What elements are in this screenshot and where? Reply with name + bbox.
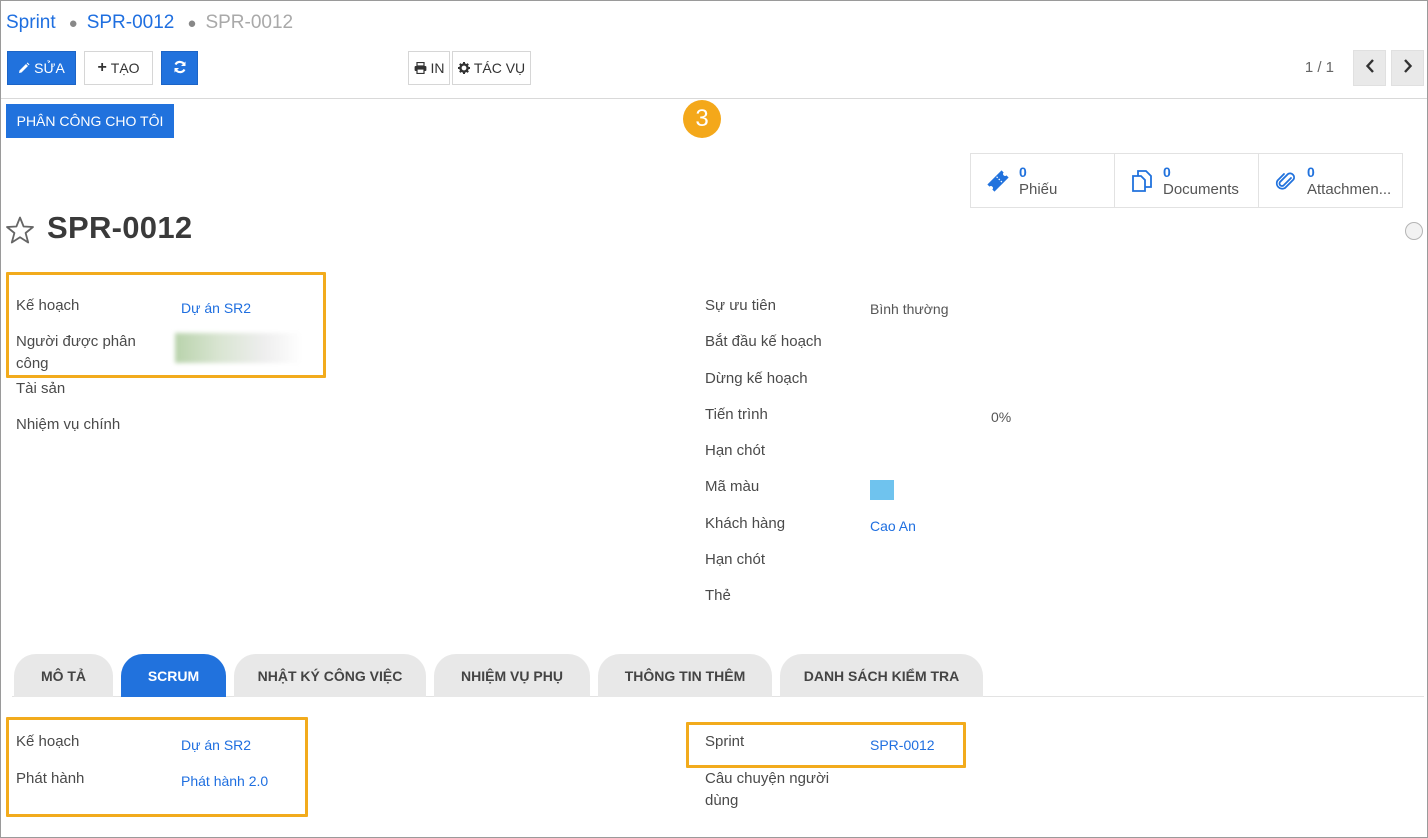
color-swatch[interactable] — [870, 480, 894, 500]
scrum-plan-label: Kế hoạch — [16, 733, 80, 750]
create-button[interactable]: + TẠO — [84, 51, 153, 85]
main-task-label: Nhiệm vụ chính — [16, 416, 121, 433]
toolbar-divider — [0, 98, 1428, 99]
action-label: TÁC VỤ — [473, 60, 526, 76]
breadcrumb-current: SPR-0012 — [205, 12, 294, 33]
plan-label: Kế hoạch — [16, 297, 80, 314]
plan-start-label: Bắt đầu kế hoạch — [705, 333, 822, 350]
sprint-label: Sprint — [705, 733, 745, 750]
attachments-label: Attachmen... — [1307, 180, 1392, 198]
tickets-stat-button[interactable]: 0 Phiếu — [971, 154, 1115, 207]
paperclip-icon — [1275, 172, 1295, 190]
chevron-right-icon — [1403, 58, 1413, 78]
release-label: Phát hành — [16, 770, 85, 787]
documents-count: 0 — [1163, 163, 1171, 180]
tab-extra-info[interactable]: THÔNG TIN THÊM — [598, 654, 772, 697]
chevron-left-icon — [1365, 58, 1375, 78]
pager[interactable]: 1 / 1 — [1305, 59, 1334, 76]
tab-description[interactable]: MÔ TẢ — [14, 654, 113, 697]
tab-checklist[interactable]: DANH SÁCH KIỂM TRA — [780, 654, 983, 697]
deadline2-label: Hạn chót — [705, 551, 766, 568]
action-button[interactable]: TÁC VỤ — [452, 51, 531, 85]
sprint-value[interactable]: SPR-0012 — [870, 735, 935, 755]
assign-to-me-button[interactable]: PHÂN CÔNG CHO TÔI — [6, 104, 174, 138]
tickets-label: Phiếu — [1019, 180, 1058, 198]
ticket-icon — [987, 169, 1009, 192]
prev-record-button[interactable] — [1353, 50, 1386, 86]
plus-icon: + — [97, 59, 107, 76]
deadline-label: Hạn chót — [705, 442, 766, 459]
documents-label: Documents — [1163, 180, 1239, 198]
asset-label: Tài sản — [16, 380, 66, 397]
pencil-icon — [18, 62, 30, 74]
print-button[interactable]: IN — [408, 51, 450, 85]
gear-icon — [457, 62, 470, 74]
edit-label: SỬA — [34, 60, 65, 76]
tab-scrum[interactable]: SCRUM — [121, 654, 226, 697]
breadcrumb-sprint[interactable]: Sprint — [6, 12, 56, 34]
favorite-star-icon[interactable] — [5, 216, 35, 249]
tab-subtasks[interactable]: NHIỆM VỤ PHỤ — [434, 654, 590, 697]
step-badge: 3 — [683, 100, 721, 138]
next-record-button[interactable] — [1391, 50, 1424, 86]
breadcrumb-parent[interactable]: SPR-0012 — [87, 12, 175, 34]
record-title: SPR-0012 — [47, 210, 193, 245]
progress-label: Tiến trình — [705, 406, 768, 423]
plan-value[interactable]: Dự án SR2 — [181, 298, 251, 318]
create-label: TẠO — [110, 60, 140, 76]
documents-stat-button[interactable]: 0 Documents — [1115, 154, 1259, 207]
progress-value: 0% — [991, 409, 1012, 425]
edit-button[interactable]: SỬA — [7, 51, 76, 85]
breadcrumb-separator: ● — [187, 14, 197, 32]
attachments-stat-button[interactable]: 0 Attachmen... — [1259, 154, 1402, 207]
release-value[interactable]: Phát hành 2.0 — [181, 771, 268, 791]
status-indicator[interactable] — [1405, 222, 1423, 240]
documents-icon — [1132, 169, 1152, 192]
color-label: Mã màu — [705, 478, 760, 495]
attachments-count: 0 — [1307, 163, 1315, 180]
smart-buttons: 0 Phiếu 0 Documents 0 Attachmen... — [970, 153, 1403, 208]
scrum-plan-value[interactable]: Dự án SR2 — [181, 735, 251, 755]
printer-icon — [414, 62, 427, 74]
tag-label: Thẻ — [705, 587, 731, 604]
refresh-icon — [173, 60, 187, 77]
tab-work-log[interactable]: NHẬT KÝ CÔNG VIỆC — [234, 654, 426, 697]
refresh-button[interactable] — [161, 51, 198, 85]
user-story-label: Câu chuyện người dùng — [705, 770, 830, 809]
priority-label: Sự ưu tiên — [705, 297, 776, 314]
breadcrumb-separator: ● — [68, 14, 78, 32]
print-label: IN — [430, 60, 445, 76]
priority-value[interactable]: Bình thường — [870, 299, 949, 319]
customer-label: Khách hàng — [705, 515, 786, 532]
plan-stop-label: Dừng kế hoạch — [705, 370, 808, 387]
assignee-value-blurred[interactable] — [175, 333, 302, 363]
tickets-count: 0 — [1019, 163, 1027, 180]
customer-value[interactable]: Cao An — [870, 516, 916, 536]
breadcrumb: Sprint ● SPR-0012 ● SPR-0012 — [6, 12, 293, 34]
assignee-label: Người được phân công — [16, 333, 136, 372]
